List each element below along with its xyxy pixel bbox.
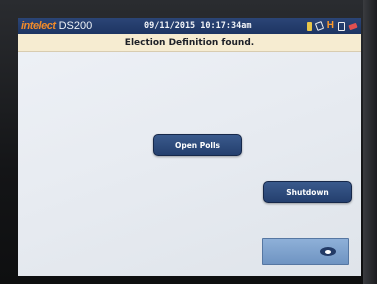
touchscreen: intelect DS200 09/11/2015 10:17:34am H E… bbox=[18, 18, 361, 276]
device-model: DS200 bbox=[58, 20, 93, 32]
battery-icon bbox=[306, 21, 312, 31]
device-bezel-edge bbox=[363, 0, 377, 284]
pen-icon bbox=[348, 22, 358, 30]
view-button[interactable] bbox=[262, 238, 349, 265]
status-message: Election Definition found. bbox=[124, 38, 255, 48]
title-bar: intelect DS200 09/11/2015 10:17:34am H bbox=[18, 18, 361, 34]
document-icon bbox=[338, 21, 345, 31]
eye-icon bbox=[320, 247, 336, 256]
brand: intelect DS200 bbox=[21, 19, 92, 33]
status-icons: H bbox=[306, 20, 358, 32]
message-bar: Election Definition found. bbox=[18, 34, 361, 52]
h-icon: H bbox=[326, 20, 334, 31]
shutdown-button[interactable]: Shutdown bbox=[263, 181, 352, 203]
eye-pupil bbox=[325, 249, 331, 254]
open-polls-button[interactable]: Open Polls bbox=[153, 134, 242, 156]
usb-icon bbox=[314, 21, 324, 31]
datetime-display: 09/11/2015 10:17:34am bbox=[144, 21, 252, 31]
brand-logo: intelect bbox=[21, 20, 56, 32]
